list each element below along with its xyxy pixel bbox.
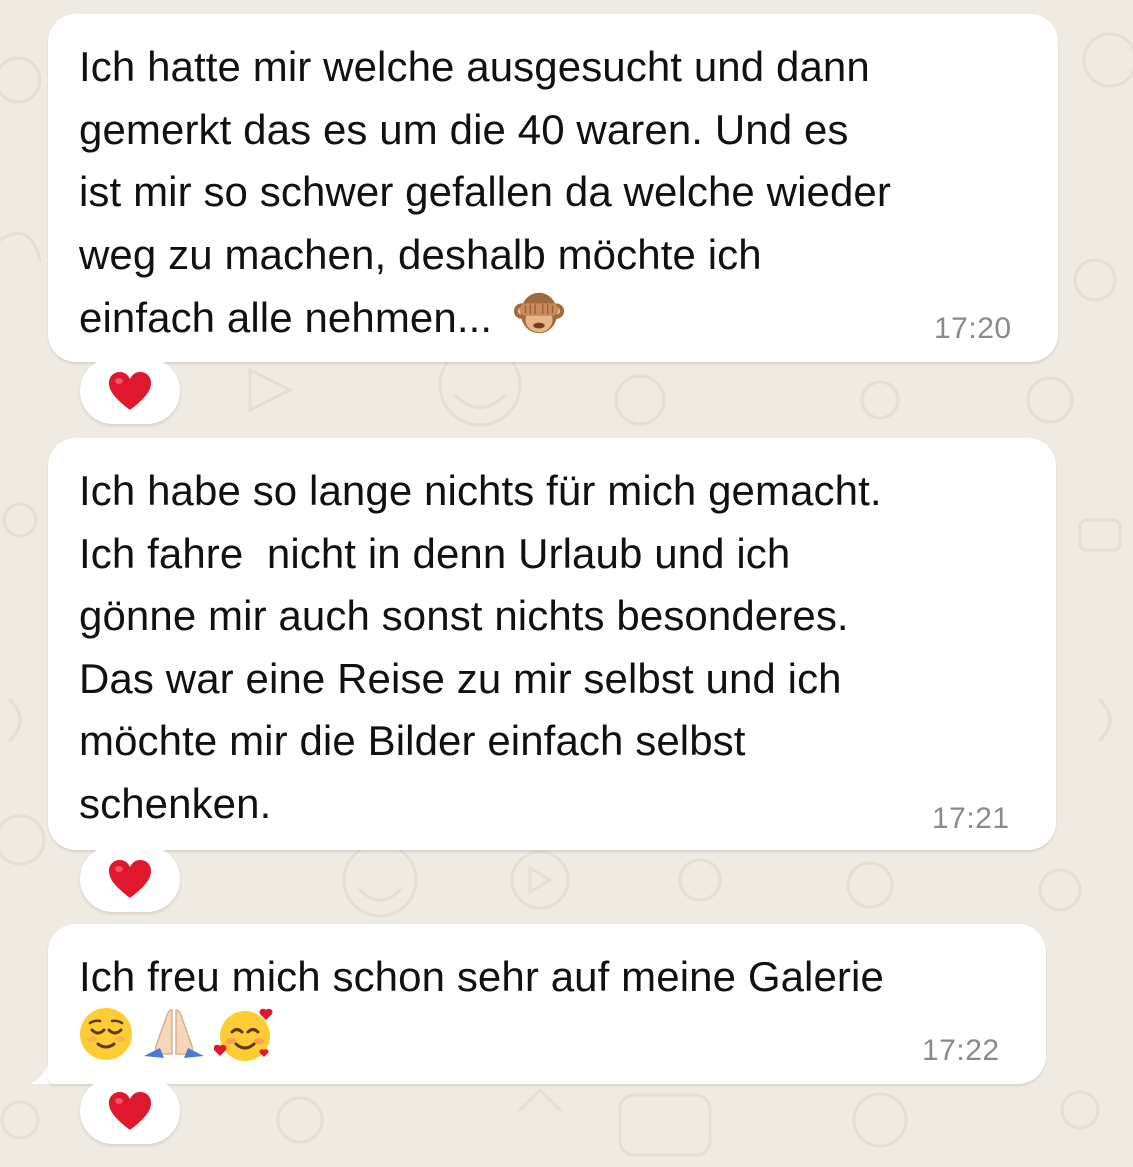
message-timestamp: 17:22 bbox=[922, 1034, 1000, 1067]
relieved-face-icon bbox=[80, 1008, 132, 1060]
smiling-face-with-hearts-icon bbox=[214, 1008, 273, 1061]
message-text: Ich habe so lange nichts für mich gemach… bbox=[79, 467, 882, 827]
message-timestamp: 17:21 bbox=[932, 802, 1010, 835]
emoji-row bbox=[78, 1006, 276, 1064]
folded-hands-icon bbox=[144, 1009, 204, 1058]
message-bubble[interactable]: Ich hatte mir welche ausgesucht und dann… bbox=[48, 14, 1058, 362]
heart-reaction[interactable] bbox=[80, 358, 180, 424]
heart-icon bbox=[109, 1092, 151, 1130]
message-text: Ich hatte mir welche ausgesucht und dann… bbox=[79, 43, 891, 341]
heart-reaction[interactable] bbox=[80, 1078, 180, 1144]
message-bubble[interactable]: Ich habe so lange nichts für mich gemach… bbox=[48, 438, 1056, 850]
see-no-evil-monkey-icon bbox=[513, 292, 564, 334]
message-timestamp: 17:20 bbox=[934, 312, 1012, 345]
heart-icon bbox=[109, 372, 151, 410]
message-bubble[interactable]: Ich freu mich schon sehr auf meine Galer… bbox=[48, 924, 1046, 1084]
heart-icon bbox=[109, 860, 151, 898]
message-text: Ich freu mich schon sehr auf meine Galer… bbox=[79, 953, 884, 1000]
heart-reaction[interactable] bbox=[80, 846, 180, 912]
